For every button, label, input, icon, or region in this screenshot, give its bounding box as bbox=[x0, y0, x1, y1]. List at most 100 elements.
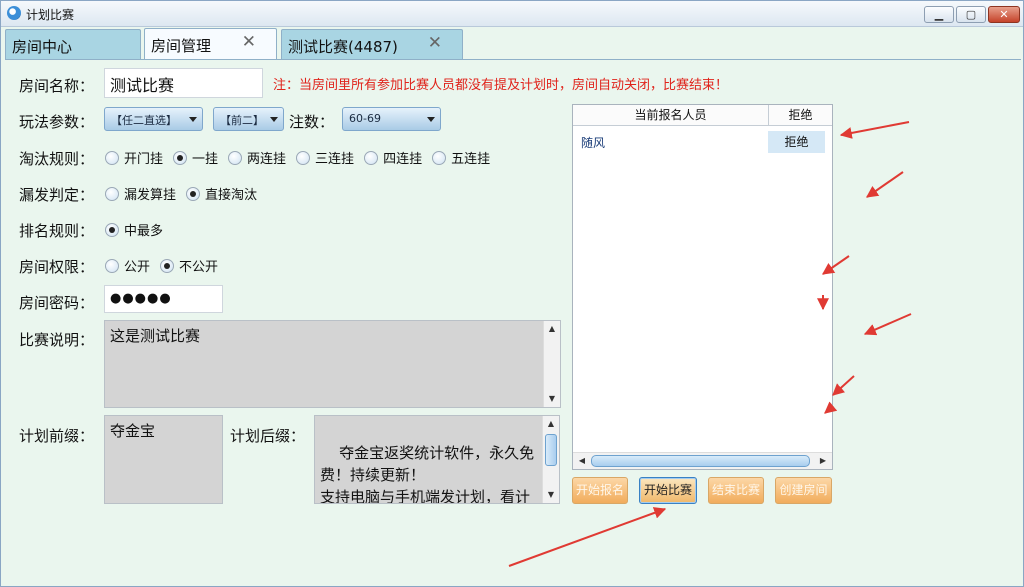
suffix-label: 计划后缀： bbox=[230, 427, 306, 445]
window-title: 计划比赛 bbox=[26, 8, 75, 22]
prefix-text: 夺金宝 bbox=[110, 422, 156, 440]
permission-label: 房间权限： bbox=[19, 258, 95, 276]
app-window: 计划比赛 ▁ ▢ ✕ 房间中心 房间管理 ✕ 测试比赛(4487) ✕ 房间名称… bbox=[0, 0, 1024, 587]
password-input[interactable]: ●●●●● bbox=[104, 285, 223, 313]
horizontal-scrollbar[interactable]: ◀ ▶ bbox=[573, 452, 832, 469]
radio-unchecked-icon[interactable] bbox=[296, 150, 311, 165]
elimination-label: 淘汰规则： bbox=[19, 150, 95, 168]
tab-bar: 房间中心 房间管理 ✕ 测试比赛(4487) ✕ bbox=[1, 28, 1023, 60]
radio-label: 两连挂 bbox=[247, 152, 287, 167]
vertical-scrollbar[interactable]: ▲ ▼ bbox=[543, 321, 560, 407]
radio-label: 五连挂 bbox=[451, 152, 491, 167]
radio-option[interactable]: 五连挂 bbox=[432, 148, 490, 167]
radio-unchecked-icon[interactable] bbox=[105, 186, 119, 201]
tab-label: 测试比赛(4487) bbox=[288, 38, 398, 56]
ranking-label: 排名规则： bbox=[19, 222, 95, 240]
radio-option[interactable]: 一挂 bbox=[173, 148, 218, 167]
miss-judge-radio-group: 漏发算挂 直接淘汰 bbox=[105, 184, 267, 203]
start-match-button[interactable]: 开始比赛 bbox=[639, 477, 697, 504]
vertical-scrollbar[interactable]: ▲ ▼ bbox=[542, 416, 559, 503]
close-button[interactable]: ✕ bbox=[988, 6, 1020, 23]
radio-unchecked-icon[interactable] bbox=[364, 150, 379, 165]
permission-radio-group: 公开 不公开 bbox=[105, 256, 228, 275]
scroll-right-icon[interactable]: ▶ bbox=[816, 453, 830, 469]
radio-unchecked-icon[interactable] bbox=[105, 258, 119, 273]
radio-option[interactable]: 直接淘汰 bbox=[186, 184, 257, 203]
description-label: 比赛说明： bbox=[19, 331, 95, 349]
radio-label: 开门挂 bbox=[124, 152, 164, 167]
start-signup-button[interactable]: 开始报名 bbox=[572, 477, 628, 504]
room-name-label: 房间名称： bbox=[19, 77, 95, 95]
tab-room-manage[interactable]: 房间管理 ✕ bbox=[144, 28, 277, 60]
elimination-radio-group: 开门挂 一挂 两连挂 三连挂 四连挂 五连挂 bbox=[105, 148, 500, 167]
play-params-label: 玩法参数： bbox=[19, 113, 95, 131]
maximize-button[interactable]: ▢ bbox=[956, 6, 986, 23]
tab-label: 房间管理 bbox=[151, 37, 212, 55]
end-match-button[interactable]: 结束比赛 bbox=[708, 477, 764, 504]
radio-checked-icon[interactable] bbox=[186, 186, 201, 201]
radio-checked-icon[interactable] bbox=[160, 258, 175, 273]
create-room-button[interactable]: 创建房间 bbox=[775, 477, 832, 504]
radio-label: 一挂 bbox=[192, 152, 219, 167]
ranking-radio-group: 中最多 bbox=[105, 220, 173, 239]
description-textarea[interactable]: 这是测试比赛 ▲ ▼ bbox=[104, 320, 561, 408]
radio-checked-icon[interactable] bbox=[105, 222, 119, 237]
radio-option[interactable]: 中最多 bbox=[105, 220, 163, 239]
table-row[interactable]: 随风 拒绝 bbox=[573, 131, 832, 153]
tab-label: 房间中心 bbox=[12, 38, 73, 56]
tab-room-center[interactable]: 房间中心 bbox=[5, 29, 141, 59]
room-name-input[interactable]: 测试比赛 bbox=[104, 68, 263, 98]
play-type-select[interactable]: 【任二直选】 bbox=[104, 107, 203, 131]
prefix-label: 计划前缀： bbox=[19, 427, 95, 445]
room-note: 注：当房间里所有参加比赛人员都没有提及计划时，房间自动关闭，比赛结束！ bbox=[273, 78, 729, 93]
scroll-up-icon[interactable]: ▲ bbox=[544, 321, 560, 337]
radio-option[interactable]: 两连挂 bbox=[228, 148, 286, 167]
radio-label: 公开 bbox=[124, 260, 151, 275]
suffix-textarea[interactable]: 夺金宝返奖统计软件，永久免费！持续更新！ 支持电脑与手机端发计划，看计划，缩水做… bbox=[314, 415, 560, 504]
tab-close-icon[interactable]: ✕ bbox=[242, 32, 256, 52]
scroll-up-icon[interactable]: ▲ bbox=[543, 416, 559, 432]
grid-header-participants[interactable]: 当前报名人员 bbox=[573, 105, 769, 126]
prefix-textarea[interactable]: 夺金宝 bbox=[104, 415, 223, 504]
scroll-thumb[interactable] bbox=[545, 434, 557, 466]
grid-header-reject[interactable]: 拒绝 bbox=[769, 105, 832, 126]
count-value: 60-69 bbox=[349, 112, 381, 125]
title-bar: 计划比赛 ▁ ▢ ✕ bbox=[1, 1, 1023, 27]
position-select[interactable]: 【前二】 bbox=[213, 107, 284, 131]
count-select[interactable]: 60-69 bbox=[342, 107, 441, 131]
chevron-down-icon bbox=[427, 117, 435, 122]
description-text: 这是测试比赛 bbox=[110, 327, 201, 345]
participant-name: 随风 bbox=[581, 136, 606, 150]
radio-unchecked-icon[interactable] bbox=[432, 150, 447, 165]
radio-option[interactable]: 四连挂 bbox=[364, 148, 422, 167]
minimize-button[interactable]: ▁ bbox=[924, 6, 954, 23]
scroll-thumb[interactable] bbox=[591, 455, 810, 467]
position-value: 【前二】 bbox=[220, 114, 264, 127]
radio-unchecked-icon[interactable] bbox=[228, 150, 243, 165]
reject-button[interactable]: 拒绝 bbox=[768, 131, 825, 153]
radio-option[interactable]: 公开 bbox=[105, 256, 150, 275]
tab-test-match[interactable]: 测试比赛(4487) ✕ bbox=[281, 29, 463, 59]
scroll-down-icon[interactable]: ▼ bbox=[544, 391, 560, 407]
radio-checked-icon[interactable] bbox=[173, 150, 188, 165]
tab-close-icon[interactable]: ✕ bbox=[428, 33, 442, 53]
radio-label: 三连挂 bbox=[315, 152, 355, 167]
count-label: 注数： bbox=[289, 113, 335, 131]
radio-label: 漏发算挂 bbox=[124, 188, 177, 203]
radio-label: 直接淘汰 bbox=[205, 188, 258, 203]
suffix-text: 夺金宝返奖统计软件，永久免费！持续更新！ 支持电脑与手机端发计划，看计划，缩水做… bbox=[320, 444, 535, 504]
participants-grid: 当前报名人员 拒绝 随风 拒绝 ◀ ▶ bbox=[572, 104, 833, 470]
chevron-down-icon bbox=[270, 117, 278, 122]
radio-unchecked-icon[interactable] bbox=[105, 150, 119, 165]
password-label: 房间密码： bbox=[19, 294, 95, 312]
radio-option[interactable]: 开门挂 bbox=[105, 148, 163, 167]
radio-option[interactable]: 不公开 bbox=[160, 256, 218, 275]
scroll-down-icon[interactable]: ▼ bbox=[543, 487, 559, 503]
radio-option[interactable]: 漏发算挂 bbox=[105, 184, 176, 203]
scroll-left-icon[interactable]: ◀ bbox=[575, 453, 589, 469]
grid-header: 当前报名人员 拒绝 bbox=[573, 105, 832, 126]
radio-label: 四连挂 bbox=[383, 152, 423, 167]
radio-option[interactable]: 三连挂 bbox=[296, 148, 354, 167]
radio-label: 中最多 bbox=[124, 224, 164, 239]
play-type-value: 【任二直选】 bbox=[111, 114, 177, 127]
